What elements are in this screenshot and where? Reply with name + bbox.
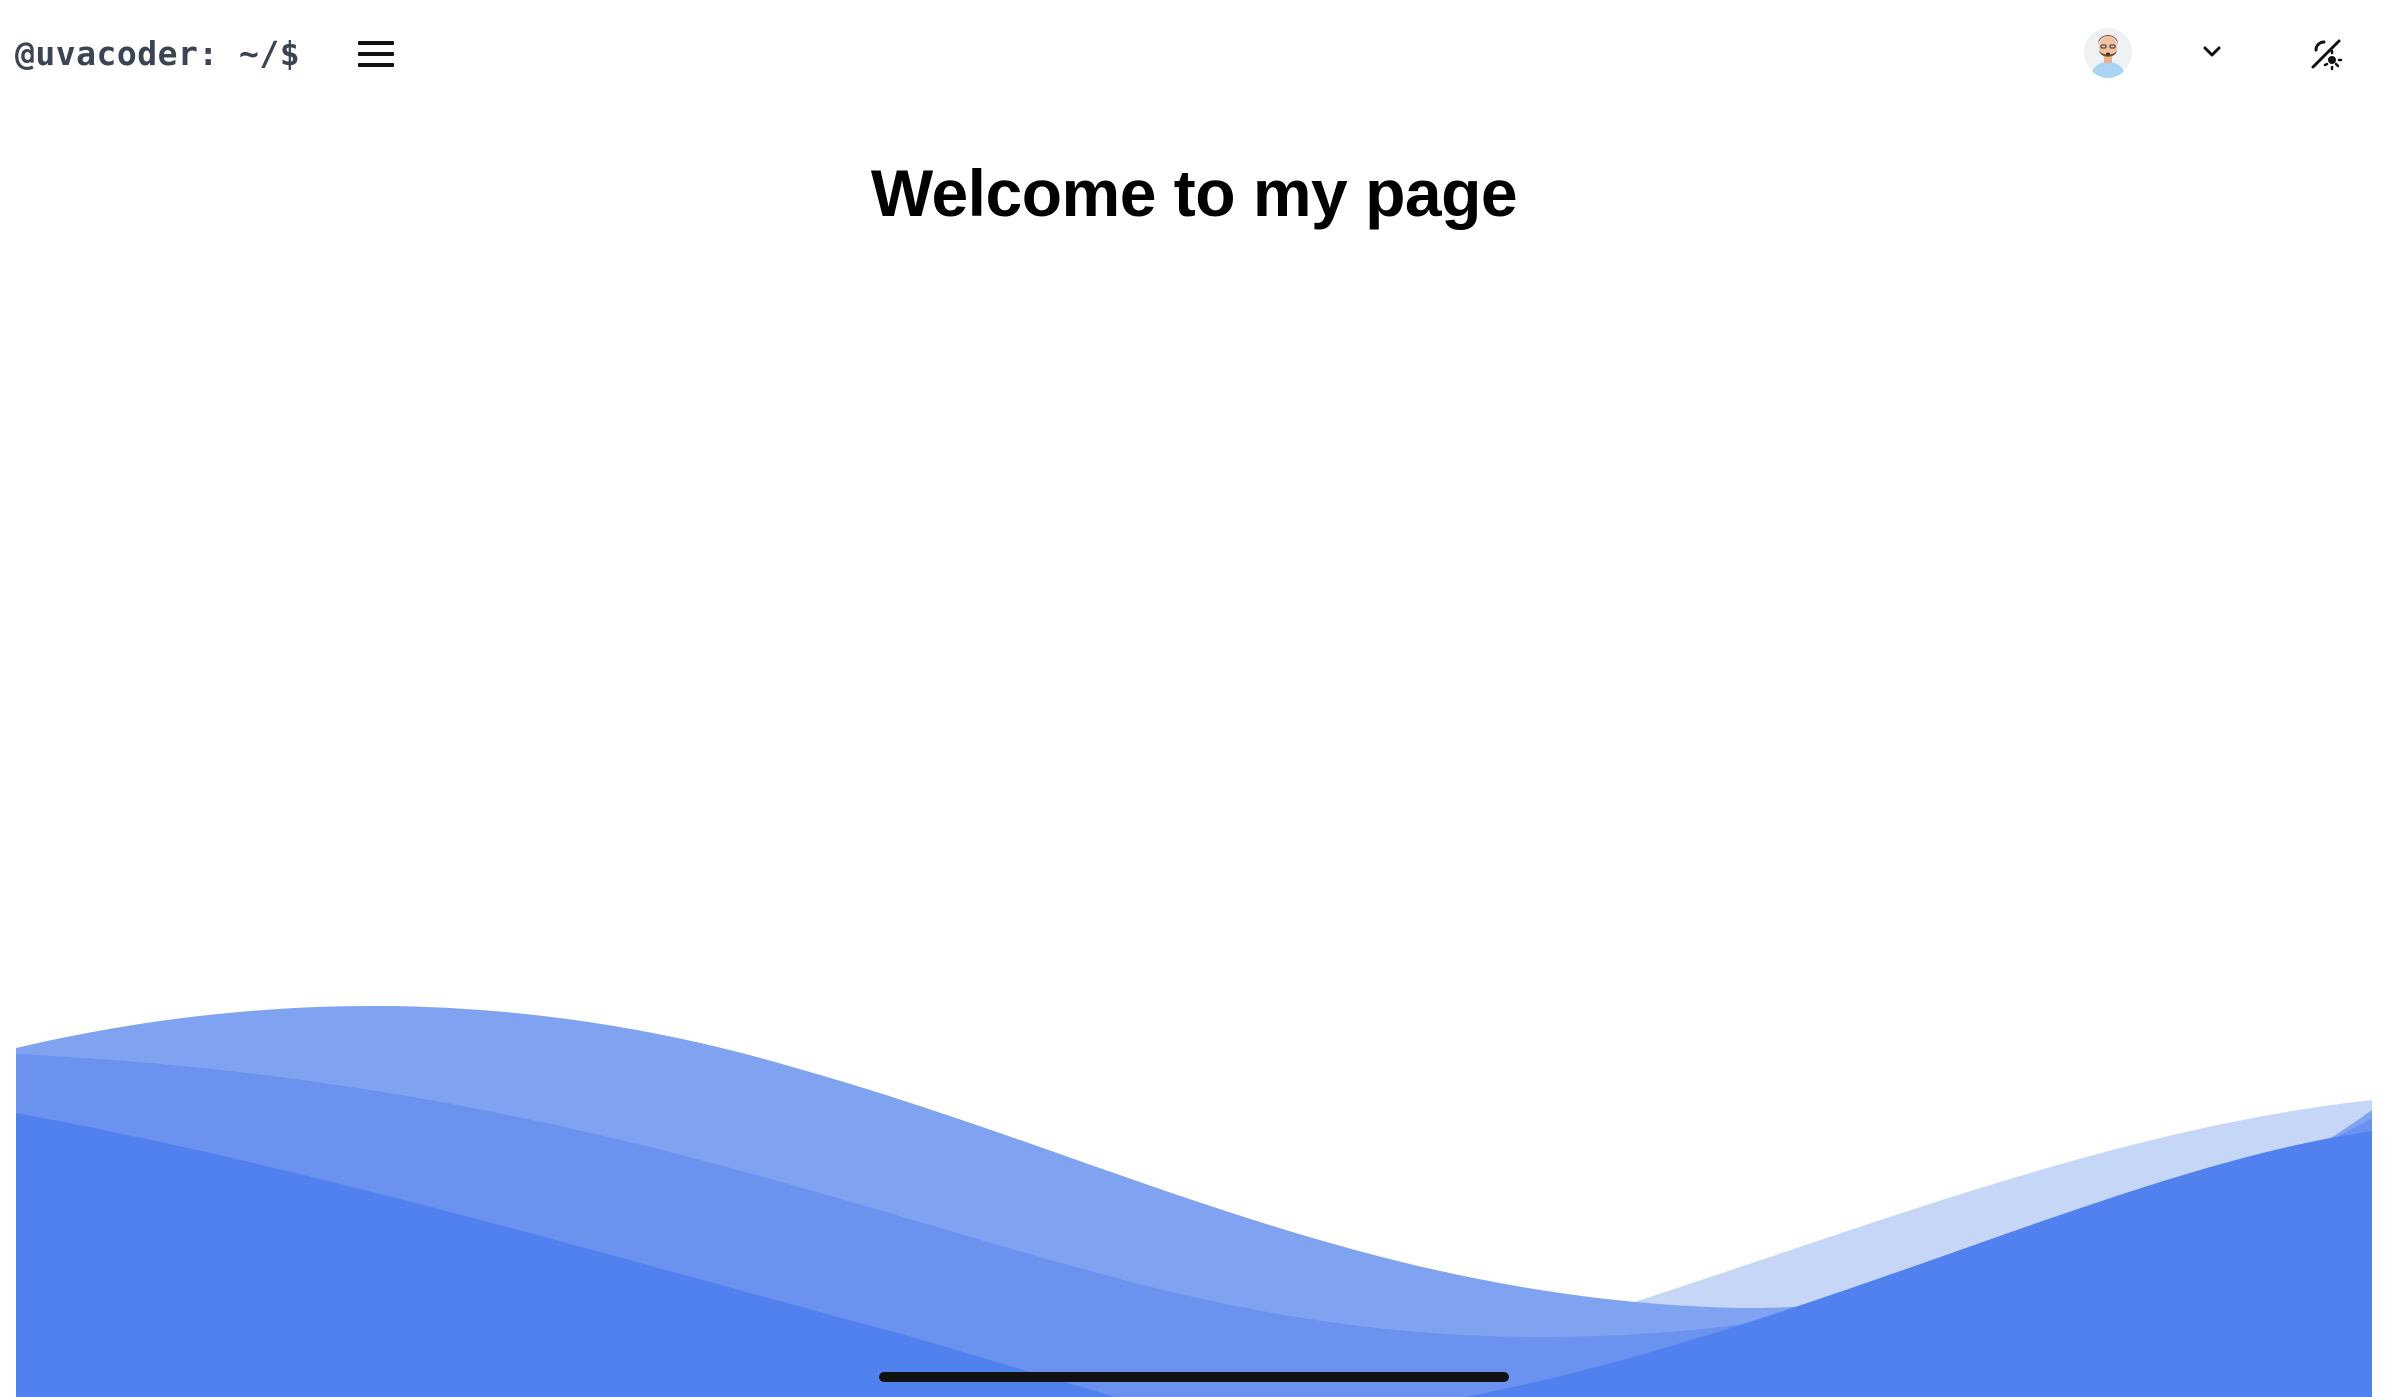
user-avatar-icon bbox=[2084, 28, 2132, 78]
user-avatar-button[interactable] bbox=[2084, 26, 2132, 78]
theme-toggle-icon bbox=[2311, 39, 2343, 71]
hamburger-menu-button[interactable] bbox=[350, 34, 402, 74]
top-navigation-bar: @uvacoder: ~/$ bbox=[0, 0, 2388, 106]
profile-dropdown-button[interactable] bbox=[2196, 36, 2228, 68]
page-title: Welcome to my page bbox=[870, 156, 1518, 230]
hamburger-menu-icon-bar bbox=[358, 63, 394, 67]
decorative-wave-background bbox=[16, 1005, 2372, 1397]
page: @uvacoder: ~/$ Welcome to my page bbox=[0, 0, 2388, 1397]
site-brand[interactable]: @uvacoder: ~/$ bbox=[15, 30, 300, 78]
theme-toggle-button[interactable] bbox=[2306, 34, 2346, 74]
hamburger-menu-icon-bar bbox=[358, 52, 394, 56]
chevron-down-icon bbox=[2203, 46, 2221, 57]
home-indicator bbox=[879, 1372, 1509, 1382]
hamburger-menu-icon bbox=[358, 41, 394, 45]
